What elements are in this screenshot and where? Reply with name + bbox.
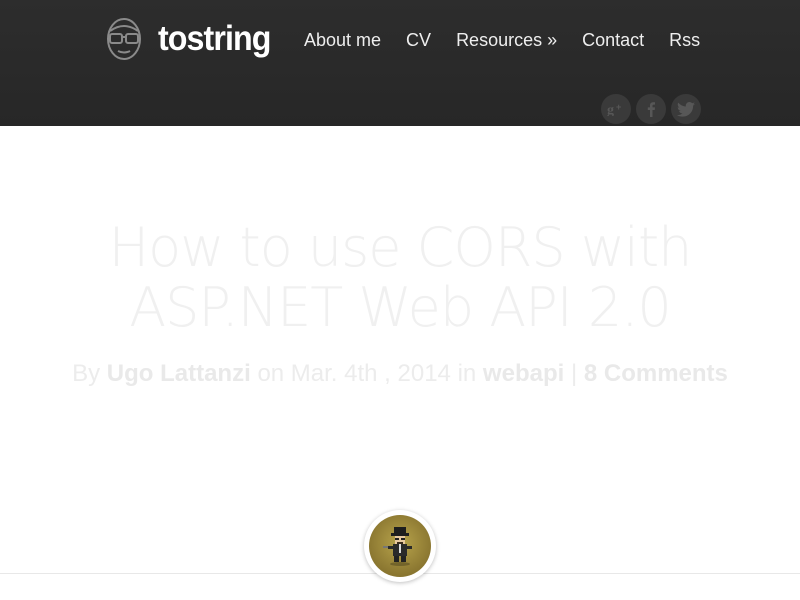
site-header: tostring About me CV Resources » Contact…	[0, 0, 800, 126]
comments-link[interactable]: 8 Comments	[584, 360, 728, 387]
pixel-character-avatar-icon	[369, 515, 431, 577]
nav-item: Contact	[582, 28, 669, 52]
meta-by-label: By	[72, 360, 101, 387]
post-title: How to use CORS with ASP.NET Web API 2.0	[0, 218, 800, 338]
nav-item: About me	[304, 28, 406, 52]
nav-link-about-me[interactable]: About me	[304, 28, 381, 52]
glasses-face-icon	[107, 18, 141, 60]
author-link[interactable]: Ugo Lattanzi	[107, 360, 251, 387]
nav-link-contact[interactable]: Contact	[582, 28, 644, 52]
category-link[interactable]: webapi	[483, 360, 564, 387]
social-links: g +	[601, 94, 701, 124]
nav-link-rss[interactable]: Rss	[669, 28, 700, 52]
google-plus-icon[interactable]: g +	[601, 94, 631, 124]
svg-text:+: +	[616, 102, 621, 112]
nav-link-resources[interactable]: Resources »	[456, 28, 557, 52]
post-title-line-2: ASP.NET Web API 2.0	[129, 276, 672, 339]
nav-item: CV	[406, 28, 456, 52]
facebook-icon[interactable]	[636, 94, 666, 124]
main-nav: About me CV Resources » Contact Rss	[304, 28, 700, 52]
nav-item: Resources »	[456, 28, 582, 52]
meta-separator: |	[570, 360, 578, 387]
author-avatar	[364, 510, 436, 582]
site-logo-text: tostring	[158, 19, 271, 58]
twitter-icon[interactable]	[671, 94, 701, 124]
nav-item: Rss	[669, 28, 700, 52]
post-meta: By Ugo Lattanzi on Mar. 4th , 2014 in we…	[0, 359, 800, 389]
site-logo-link[interactable]: tostring	[104, 14, 280, 64]
svg-text:g: g	[607, 103, 614, 116]
meta-date-text: on Mar. 4th , 2014 in	[257, 360, 477, 387]
nav-link-cv[interactable]: CV	[406, 28, 431, 52]
post-title-line-1: How to use CORS with	[108, 216, 693, 279]
